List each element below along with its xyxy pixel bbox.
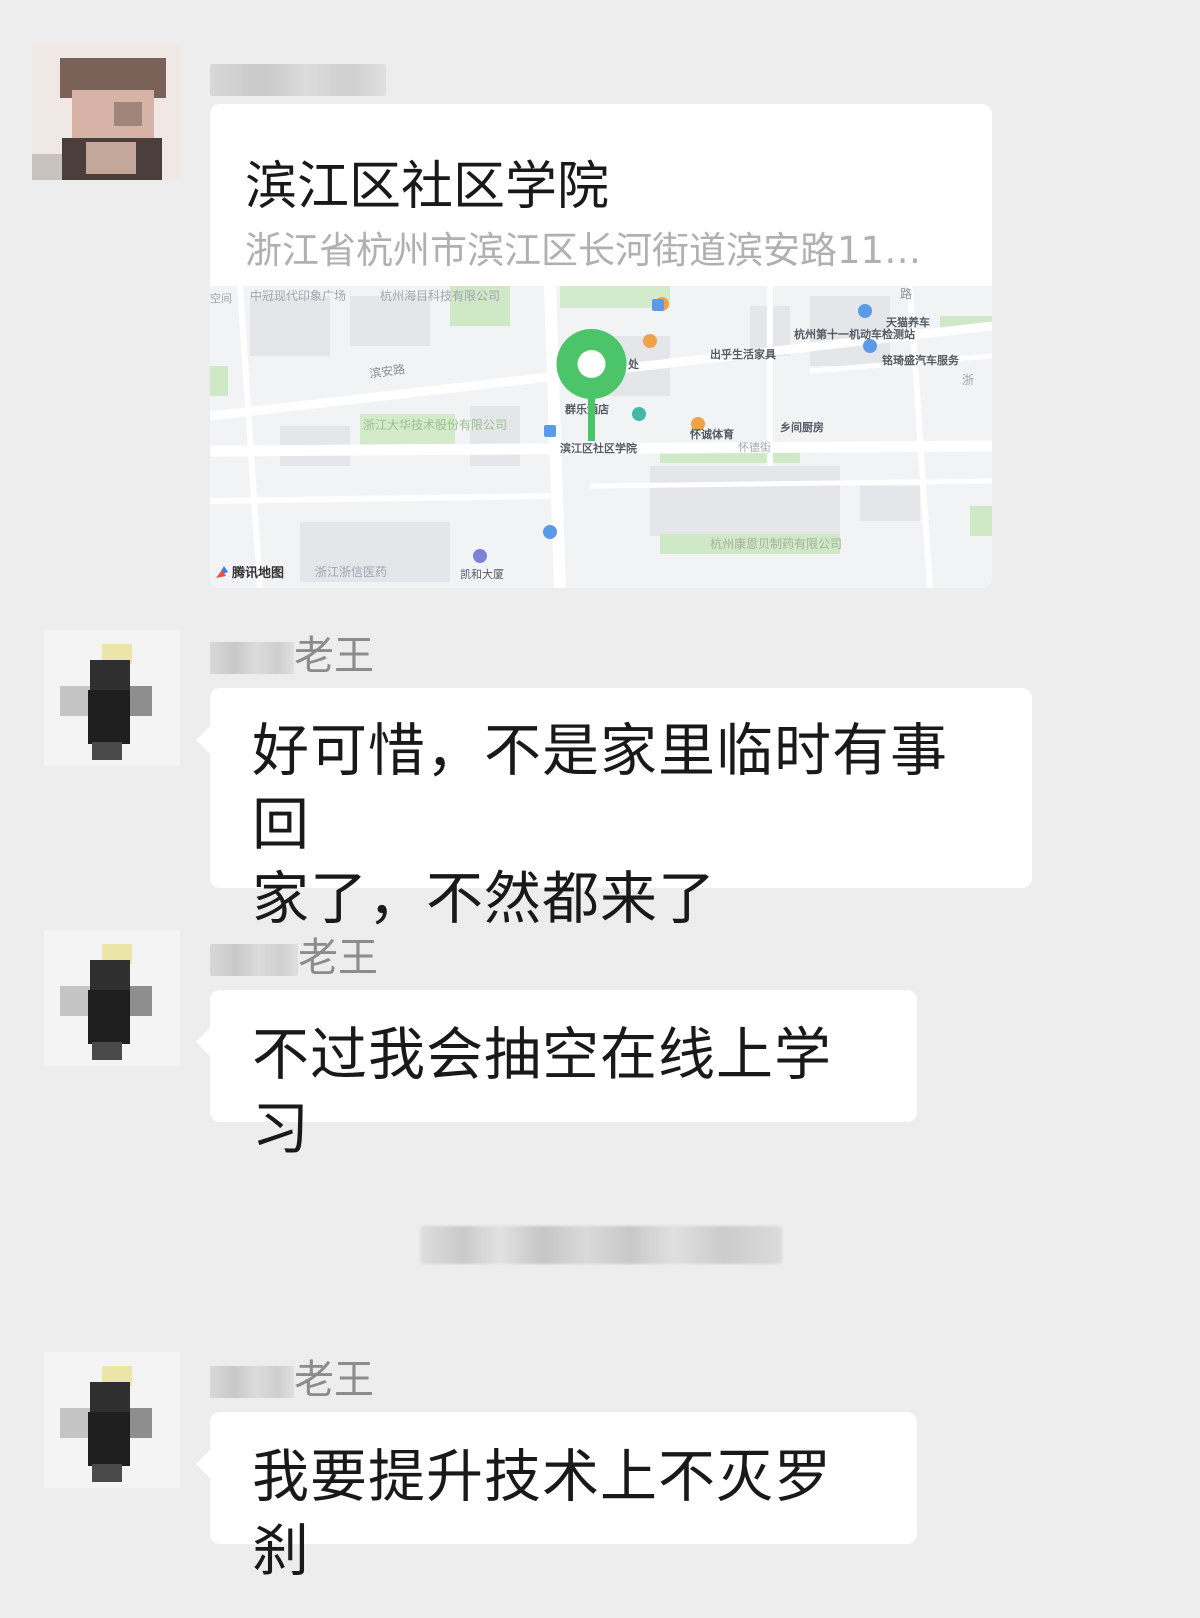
location-map[interactable]: 中冠现代印象广场 杭州海目科技有限公司 滨安路 浙江大华技术股份有限公司 群乐酒… xyxy=(210,286,992,588)
timestamp xyxy=(420,1226,782,1264)
map-graphic: 中冠现代印象广场 杭州海目科技有限公司 滨安路 浙江大华技术股份有限公司 群乐酒… xyxy=(210,286,992,588)
map-label: 空间 xyxy=(210,291,232,305)
avatar[interactable] xyxy=(44,930,180,1066)
sender-name-text: 老王 xyxy=(294,1357,374,1403)
map-label: 出乎生活家具 xyxy=(710,347,776,361)
map-label: 杭州第十一机动车检测站 xyxy=(794,327,915,341)
blurred-name xyxy=(210,642,294,674)
sender-name: 老王 xyxy=(210,634,374,678)
message-text: 不过我会抽空在线上学习 xyxy=(252,1022,832,1162)
sender-name-text: 老王 xyxy=(294,633,374,679)
map-label: 怀诚体育 xyxy=(690,427,734,441)
map-label: 浙江大华技术股份有限公司 xyxy=(363,418,507,432)
message-bubble[interactable]: 我要提升技术上不灭罗刹 xyxy=(196,1412,917,1584)
map-label: 天猫养车 xyxy=(886,315,930,329)
sender-name: 老王 xyxy=(210,1358,374,1402)
blurred-name xyxy=(210,64,386,96)
map-label: 滨江区社区学院 xyxy=(560,441,637,455)
location-title: 滨江区社区学院 xyxy=(245,157,610,217)
map-label: 浙 xyxy=(962,373,974,387)
blurred-name xyxy=(210,944,298,976)
map-label: 群乐酒店 xyxy=(564,402,609,416)
message-text: 好可惜，不是家里临时有事回 家了，不然都来了 xyxy=(252,718,948,932)
avatar[interactable] xyxy=(44,1352,180,1488)
map-label: 乡间厨房 xyxy=(780,420,824,434)
map-label: 杭州康恩贝制药有限公司 xyxy=(710,536,842,551)
map-label: 怀德街 xyxy=(738,440,771,454)
map-label: 路 xyxy=(900,286,912,301)
map-brand: 腾讯地图 xyxy=(231,565,284,581)
location-card[interactable]: 滨江区社区学院 浙江省杭州市滨江区长河街道滨安路11… 中冠现代印象广场 杭州海… xyxy=(210,104,992,588)
message-text: 我要提升技术上不灭罗刹 xyxy=(252,1444,832,1584)
map-label: 杭州海目科技有限公司 xyxy=(380,288,500,303)
sender-name-text: 老王 xyxy=(298,935,378,981)
map-label: 凯和大厦 xyxy=(460,567,504,581)
message-bubble[interactable]: 好可惜，不是家里临时有事回 家了，不然都来了 xyxy=(196,688,1032,932)
message-bubble[interactable]: 不过我会抽空在线上学习 xyxy=(196,990,917,1162)
map-label: 铭琦盛汽车服务 xyxy=(882,353,960,367)
sender-name: 老王 xyxy=(210,936,378,980)
map-label: 浙江浙信医药 xyxy=(315,565,387,579)
avatar[interactable] xyxy=(32,44,180,180)
map-label: 中冠现代印象广场 xyxy=(250,288,346,303)
blurred-name xyxy=(210,1366,294,1398)
location-address: 浙江省杭州市滨江区长河街道滨安路11… xyxy=(245,229,922,272)
map-label: 处 xyxy=(627,357,640,371)
avatar[interactable] xyxy=(44,630,180,766)
sender-name xyxy=(210,56,386,100)
